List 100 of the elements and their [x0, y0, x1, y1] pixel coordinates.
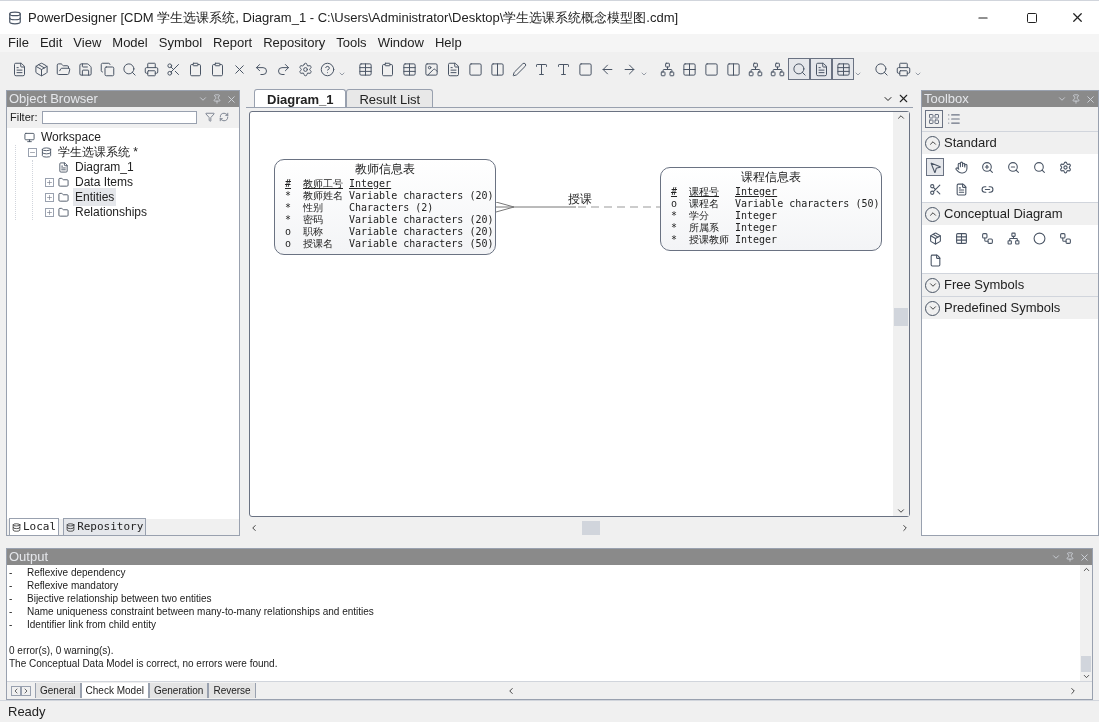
- scroll-thumb[interactable]: [894, 308, 908, 326]
- document-tab[interactable]: Diagram_1: [254, 89, 347, 107]
- folder-icon: [58, 206, 69, 218]
- menu-item[interactable]: Symbol: [158, 33, 203, 53]
- grid-view-icon[interactable]: [925, 110, 943, 128]
- attribute-name: 课程名: [689, 198, 720, 210]
- scroll-right-icon: [1068, 685, 1078, 696]
- tab-right-icon[interactable]: [21, 685, 31, 696]
- filter-field[interactable]: [41, 110, 197, 124]
- scroll-right-icon: [900, 523, 910, 533]
- list-view-icon[interactable]: [947, 112, 961, 126]
- attribute-type: Integer: [735, 222, 779, 234]
- tree-item[interactable]: Entities: [73, 188, 117, 206]
- output-tab[interactable]: Reverse: [208, 683, 256, 698]
- toolbar-icon[interactable]: [810, 58, 832, 80]
- document-tab[interactable]: Result List: [346, 89, 434, 107]
- relationship-label: 授课: [568, 191, 592, 208]
- menu-item[interactable]: Tools: [336, 33, 367, 53]
- pin-icon: [212, 94, 222, 104]
- output-line: - Identifier link from child entity: [9, 619, 156, 630]
- pin-icon: [1071, 94, 1081, 104]
- panel-title: Object Browser: [9, 91, 98, 107]
- menu-item[interactable]: View: [73, 33, 102, 53]
- scroll-thumb[interactable]: [582, 521, 600, 535]
- tool-icon[interactable]: [952, 158, 970, 176]
- attribute-name: 授课教师: [689, 234, 729, 246]
- tree-item[interactable]: Workspace: [39, 128, 103, 146]
- database-icon: [66, 522, 76, 532]
- tool-icon[interactable]: [926, 158, 944, 176]
- toolbar-icon[interactable]: [788, 58, 810, 80]
- menu-item[interactable]: Edit: [39, 33, 63, 53]
- close-icon: [1085, 93, 1096, 105]
- scroll-thumb[interactable]: [1081, 656, 1091, 672]
- attribute-name: 学分: [689, 210, 710, 222]
- folder-icon: [58, 176, 69, 188]
- attribute-type: Variable characters (20): [349, 214, 494, 226]
- output-tab[interactable]: Generation: [148, 683, 209, 698]
- close-icon: [1079, 551, 1090, 563]
- refresh-icon[interactable]: [218, 112, 229, 123]
- menu-item[interactable]: Model: [112, 33, 148, 53]
- collapse-icon[interactable]: [28, 147, 37, 157]
- maximize-icon[interactable]: [1026, 11, 1038, 24]
- overflow-icon: [640, 70, 648, 78]
- attribute-marker: *: [285, 190, 293, 202]
- close-icon[interactable]: [897, 92, 910, 105]
- panel-title: Output: [9, 549, 49, 565]
- entity-title: 教师信息表: [354, 161, 416, 178]
- toolbar-icon[interactable]: [832, 58, 854, 80]
- expand-icon[interactable]: [45, 192, 54, 202]
- tree-item[interactable]: Relationships: [73, 203, 150, 221]
- scroll-up-icon: [1081, 565, 1091, 574]
- panel-title: Toolbox: [924, 91, 969, 107]
- attribute-marker: o: [285, 238, 293, 250]
- scroll-down-icon: [896, 506, 906, 516]
- attribute-type: Variable characters (50): [735, 198, 880, 210]
- attribute-marker: *: [671, 234, 679, 246]
- scroll-left-icon: [249, 523, 259, 533]
- close-icon[interactable]: [1070, 10, 1085, 25]
- dropdown-icon: [198, 94, 208, 104]
- entity-box[interactable]: 教师信息表 # 教师工号 Integer * 教师姓名 Variable characters (20) * 性别 Characters (2) * 密码 Variable characters (20) o 职称 Variable characters (20) o 授课名 Variable characters (50): [274, 159, 496, 255]
- attribute-type: Variable characters (50): [349, 238, 494, 250]
- output-line: - Bijective relationship between two entities: [9, 593, 212, 604]
- close-icon: [226, 93, 237, 105]
- output-line: 0 error(s), 0 warning(s).: [9, 645, 114, 656]
- output-line: - Reflexive dependency: [9, 567, 126, 578]
- tree-item[interactable]: Diagram_1: [73, 158, 136, 176]
- filter-label: Filter:: [10, 110, 38, 125]
- attribute-marker: *: [671, 210, 679, 222]
- window-title: PowerDesigner [CDM 学生选课系统, Diagram_1 - C:\Users\Administrator\Desktop\学生选课系统概念模型图.cdm]: [28, 8, 680, 27]
- tab-left-icon[interactable]: [11, 685, 21, 696]
- pin-icon: [1065, 552, 1075, 562]
- tool-icon[interactable]: [1004, 229, 1022, 247]
- attribute-type: Variable characters (20): [349, 190, 494, 202]
- filter-icon[interactable]: [204, 112, 215, 123]
- output-tab[interactable]: Check Model: [80, 683, 149, 698]
- output-line: - Reflexive mandatory: [9, 580, 119, 591]
- tool-icon[interactable]: [1030, 229, 1048, 247]
- panel-tab[interactable]: Repository: [63, 517, 147, 537]
- attribute-type: Integer: [349, 178, 393, 190]
- attribute-marker: *: [285, 202, 293, 214]
- output-line: The Conceptual Data Model is correct, no errors were found.: [9, 658, 278, 669]
- attribute-type: Integer: [735, 210, 779, 222]
- tree-item[interactable]: Data Items: [73, 173, 136, 191]
- tree-item[interactable]: 学生选课系统 *: [56, 143, 140, 161]
- output-tab[interactable]: General: [35, 683, 81, 698]
- overflow-icon: [854, 70, 862, 78]
- output-line: - Name uniqueness constraint between many-to-many relationships and entities: [9, 606, 374, 617]
- entity-box[interactable]: 课程信息表 # 课程号 Integer o 课程名 Variable characters (50) * 学分 Integer * 所属系 Integer * 授课教师 Integer: [660, 167, 882, 251]
- menu-item[interactable]: Repository: [263, 33, 326, 53]
- expand-icon[interactable]: [45, 207, 54, 217]
- overflow-icon: [914, 70, 922, 78]
- app-icon: [8, 10, 22, 25]
- menu-item[interactable]: Window: [377, 33, 424, 53]
- menu-item[interactable]: Help: [434, 33, 462, 53]
- panel-tab[interactable]: Local: [9, 517, 60, 537]
- menu-item[interactable]: Report: [213, 33, 253, 53]
- expand-icon[interactable]: [45, 177, 54, 187]
- menu-item[interactable]: File: [8, 33, 29, 53]
- attribute-name: 教师姓名: [303, 190, 343, 202]
- attribute-type: Characters (2): [349, 202, 435, 214]
